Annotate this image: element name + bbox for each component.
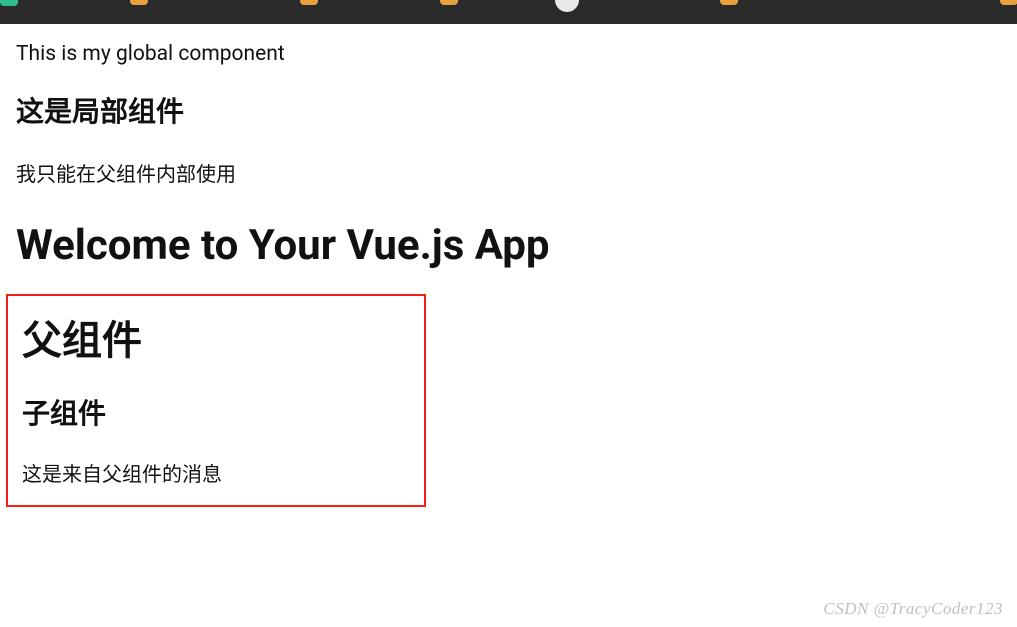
local-component-heading: 这是局部组件 [16, 90, 1001, 130]
tab-indicator [440, 0, 458, 5]
page-content: This is my global component 这是局部组件 我只能在父… [0, 24, 1017, 517]
watermark: CSDN @TracyCoder123 [823, 599, 1003, 619]
local-component-description: 我只能在父组件内部使用 [16, 158, 1001, 187]
welcome-heading: Welcome to Your Vue.js App [16, 221, 1001, 270]
tab-indicator [300, 0, 318, 5]
tab-indicator [1000, 0, 1017, 5]
notch-indicator [555, 0, 579, 12]
window-titlebar [0, 0, 1017, 24]
tab-indicator [0, 0, 18, 6]
tab-indicator [720, 0, 738, 5]
child-component-message: 这是来自父组件的消息 [22, 458, 410, 487]
global-component-text: This is my global component [16, 42, 1001, 66]
tab-indicator [130, 0, 148, 5]
parent-component-box: 父组件 子组件 这是来自父组件的消息 [6, 294, 426, 507]
parent-component-heading: 父组件 [22, 308, 410, 366]
child-component-heading: 子组件 [22, 392, 410, 432]
